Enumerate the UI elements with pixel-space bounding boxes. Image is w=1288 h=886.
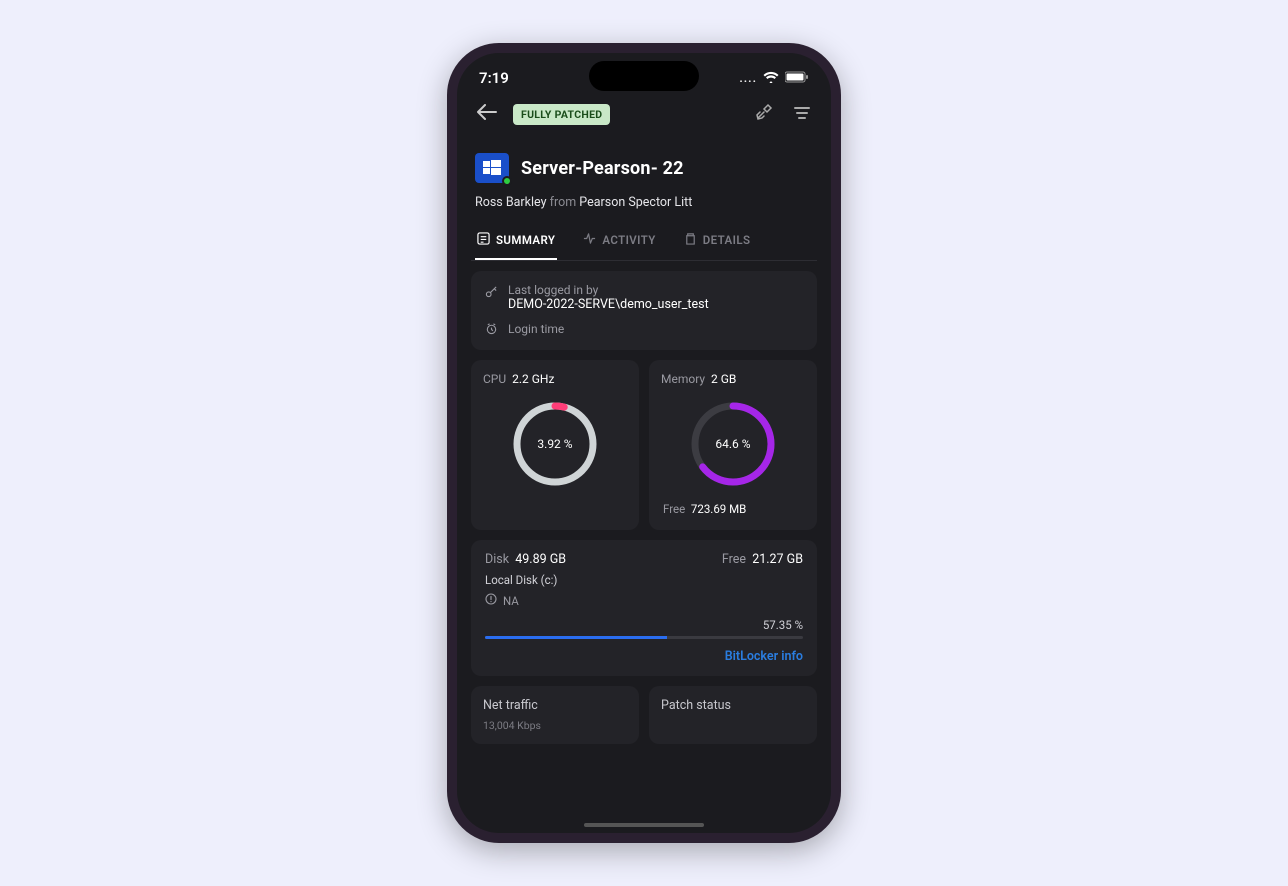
online-indicator-icon (502, 176, 512, 186)
alert-icon (485, 593, 497, 608)
cpu-gauge: 3.92 % (507, 396, 603, 492)
bitlocker-link[interactable]: BitLocker info (485, 649, 803, 664)
login-card: Last logged in by DEMO-2022-SERVE\demo_u… (471, 271, 817, 350)
status-time: 7:19 (479, 69, 509, 87)
status-dots: .... (739, 71, 757, 85)
clock-icon (485, 322, 498, 338)
patch-status-card[interactable]: Patch status (649, 686, 817, 744)
home-indicator[interactable] (584, 823, 704, 827)
last-login-value: DEMO-2022-SERVE\demo_user_test (508, 297, 709, 312)
disk-na: NA (503, 594, 519, 608)
app-topbar: FULLY PATCHED (471, 93, 817, 139)
status-right: .... (739, 71, 809, 86)
device-name: Server-Pearson- 22 (521, 158, 684, 179)
disk-percent: 57.35 % (485, 618, 803, 632)
key-icon (485, 285, 498, 301)
patch-status-title: Patch status (661, 698, 805, 713)
device-title-row: Server-Pearson- 22 (471, 139, 817, 191)
cpu-card: CPU 2.2 GHz 3.92 % (471, 360, 639, 530)
tools-icon[interactable] (751, 99, 777, 129)
memory-total: 2 GB (711, 372, 736, 386)
tab-details[interactable]: DETAILS (682, 224, 753, 260)
disk-volume: Local Disk (c:) (485, 573, 803, 587)
screen-content: FULLY PATCHED Server-Pearson- 22 Ross Ba… (457, 93, 831, 833)
disk-free-label: Free (722, 552, 746, 567)
disk-progress (485, 636, 803, 639)
tab-label: ACTIVITY (602, 233, 655, 247)
memory-label: Memory (661, 372, 705, 386)
activity-icon (583, 232, 596, 248)
memory-percent: 64.6 % (685, 396, 781, 492)
windows-icon (475, 153, 509, 183)
tab-activity[interactable]: ACTIVITY (581, 224, 657, 260)
phone-frame: 7:19 .... FULLY PATCHED (447, 43, 841, 843)
device-subtitle: Ross Barkley from Pearson Spector Litt (471, 191, 817, 224)
disk-label: Disk (485, 552, 509, 567)
summary-icon (477, 232, 490, 248)
net-traffic-rate: 13,004 Kbps (483, 719, 627, 732)
cpu-freq: 2.2 GHz (512, 372, 554, 386)
login-time-label: Login time (508, 322, 564, 336)
wifi-icon (763, 71, 779, 86)
disk-total: 49.89 GB (515, 552, 566, 567)
details-icon (684, 232, 697, 248)
patch-status-badge: FULLY PATCHED (513, 104, 610, 125)
memory-free-label: Free (663, 502, 685, 516)
last-login-label: Last logged in by (508, 283, 709, 297)
tab-label: DETAILS (703, 233, 751, 247)
disk-card: Disk 49.89 GB Free 21.27 GB Local Disk (… (471, 540, 817, 676)
tab-bar: SUMMARY ACTIVITY DETAILS (471, 224, 817, 261)
from-label: from (550, 195, 577, 210)
memory-gauge: 64.6 % (685, 396, 781, 492)
net-traffic-card[interactable]: Net traffic 13,004 Kbps (471, 686, 639, 744)
user-name: Ross Barkley (475, 195, 547, 210)
memory-free-value: 723.69 MB (691, 502, 746, 516)
back-icon[interactable] (473, 100, 501, 128)
memory-card: Memory 2 GB 64.6 % Free 723.69 MB (649, 360, 817, 530)
menu-icon[interactable] (789, 101, 815, 128)
tab-summary[interactable]: SUMMARY (475, 224, 557, 260)
status-bar: 7:19 .... (457, 53, 831, 93)
battery-icon (785, 71, 809, 86)
org-name: Pearson Spector Litt (579, 195, 692, 210)
disk-free-value: 21.27 GB (752, 552, 803, 567)
viewport-frame: 7:19 .... FULLY PATCHED (12, 12, 1276, 874)
net-traffic-title: Net traffic (483, 698, 627, 713)
cpu-percent: 3.92 % (507, 396, 603, 492)
cpu-label: CPU (483, 372, 506, 386)
tab-label: SUMMARY (496, 233, 555, 247)
